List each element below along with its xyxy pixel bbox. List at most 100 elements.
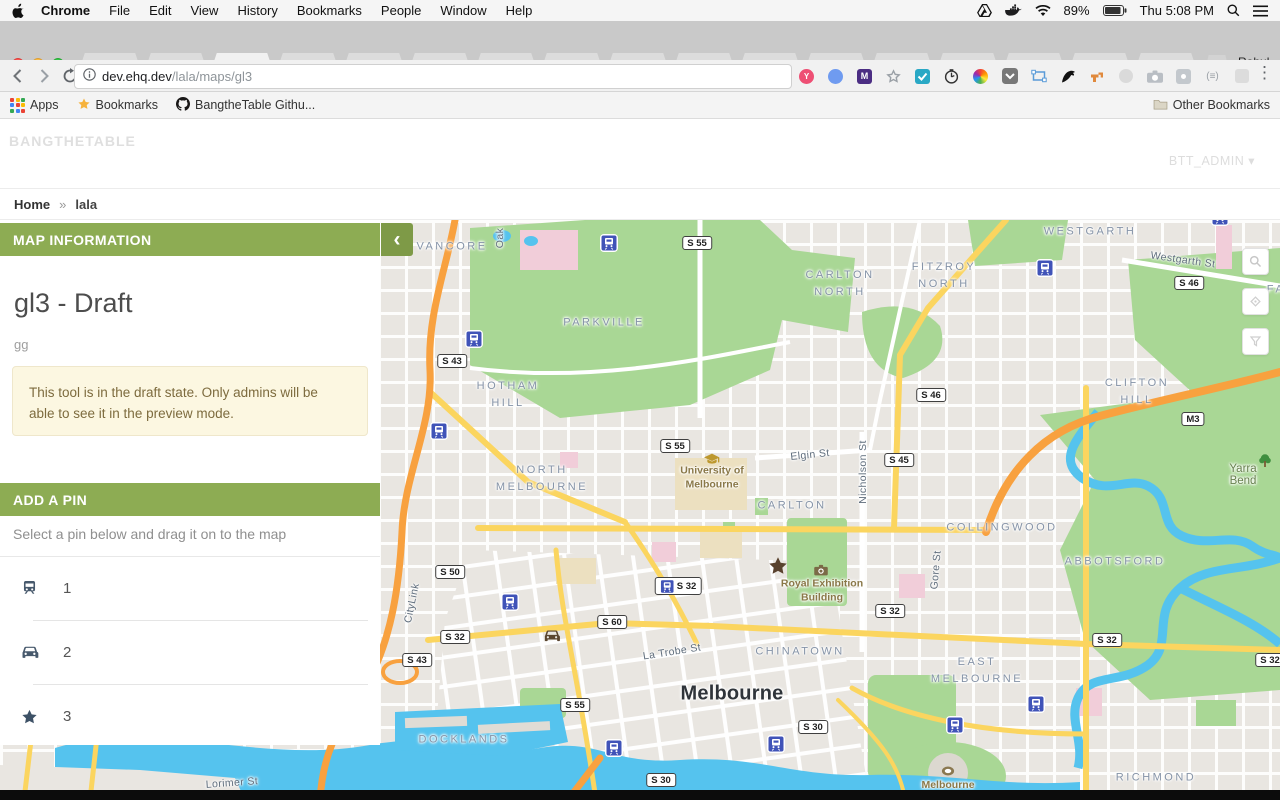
info-icon[interactable] bbox=[83, 68, 96, 86]
shield-text: S 55 bbox=[665, 441, 685, 452]
map-label: ABBOTSFORD bbox=[1065, 553, 1166, 570]
pin-row-2[interactable]: 2 bbox=[0, 621, 380, 684]
pin-label: 3 bbox=[63, 708, 71, 725]
route-shield: S 55 bbox=[682, 236, 712, 250]
sidebar-collapse-button[interactable]: ‹ bbox=[381, 223, 413, 256]
menu-items: Chrome File Edit View History Bookmarks People… bbox=[41, 3, 532, 18]
map-label: FITZROY NORTH bbox=[912, 259, 977, 293]
map-label: Royal Exhibition Building bbox=[781, 577, 863, 604]
screen: Chrome File Edit View History Bookmarks People… bbox=[0, 0, 1280, 800]
train-station-icon bbox=[503, 595, 518, 610]
color-wheel-extension-icon[interactable] bbox=[972, 68, 989, 85]
other-bookmarks[interactable]: Other Bookmarks bbox=[1153, 98, 1270, 113]
train-station-icon bbox=[1029, 697, 1044, 712]
map-pin-star[interactable] bbox=[767, 555, 790, 577]
menu-clock: Thu 5:08 PM bbox=[1140, 3, 1214, 18]
dim2-extension-icon[interactable] bbox=[1233, 68, 1250, 85]
menu-history[interactable]: History bbox=[237, 3, 277, 18]
site-logo[interactable]: BANGTHETABLE bbox=[9, 133, 136, 149]
drive-icon[interactable] bbox=[977, 4, 992, 17]
paren-badge-extension-icon[interactable]: (≡) bbox=[1204, 68, 1221, 85]
battery-icon bbox=[1103, 5, 1127, 16]
shield-text: S 43 bbox=[442, 356, 462, 367]
bookmark-star-extension-icon[interactable] bbox=[885, 68, 902, 85]
map-label: CHINATOWN bbox=[755, 643, 844, 660]
map-description: gg bbox=[14, 337, 28, 352]
pin-label: 1 bbox=[63, 580, 71, 597]
train-station-icon bbox=[607, 741, 622, 756]
train-station-icon bbox=[769, 737, 784, 752]
locate-button[interactable] bbox=[1242, 288, 1269, 315]
bookmark-apps[interactable]: Apps bbox=[10, 98, 59, 113]
map-label: CARLTON NORTH bbox=[805, 267, 874, 301]
map-label: EAST MELBOURNE bbox=[931, 654, 1023, 688]
spotlight-icon[interactable] bbox=[1227, 4, 1240, 17]
breadcrumb-home[interactable]: Home bbox=[14, 197, 50, 212]
pin-label: 2 bbox=[63, 644, 71, 661]
route-shield: S 55 bbox=[560, 698, 590, 712]
camera-extension-icon[interactable] bbox=[1146, 68, 1163, 85]
search-button[interactable] bbox=[1242, 248, 1269, 275]
dock-bar bbox=[0, 790, 1280, 800]
apple-icon[interactable] bbox=[12, 3, 25, 18]
notification-center-icon[interactable] bbox=[1253, 5, 1268, 17]
chevron-down-icon: ▾ bbox=[1248, 154, 1255, 168]
url-text[interactable]: dev.ehq.dev/lala/maps/gl3 bbox=[102, 69, 252, 84]
url-bar[interactable]: dev.ehq.dev/lala/maps/gl3 bbox=[74, 64, 792, 89]
macos-menu-bar: Chrome File Edit View History Bookmarks People… bbox=[0, 0, 1280, 22]
dim-extension-icon[interactable] bbox=[1117, 68, 1134, 85]
pink-app-extension-icon[interactable]: Y bbox=[798, 68, 815, 85]
menu-view[interactable]: View bbox=[190, 3, 218, 18]
docker-icon[interactable] bbox=[1005, 4, 1022, 17]
extension-icons: Y M (≡) bbox=[798, 60, 1250, 92]
camera-poi-icon bbox=[814, 565, 828, 576]
train-station-icon bbox=[1213, 220, 1228, 225]
check-app-extension-icon[interactable] bbox=[914, 68, 931, 85]
map-information-header: MAP INFORMATION bbox=[0, 223, 380, 256]
menu-help[interactable]: Help bbox=[506, 3, 533, 18]
frame-extension-icon[interactable] bbox=[1030, 68, 1047, 85]
train-pin-icon bbox=[20, 579, 39, 598]
menu-bookmarks[interactable]: Bookmarks bbox=[297, 3, 362, 18]
stadium-poi-icon bbox=[942, 766, 955, 776]
pin-row-1[interactable]: 1 bbox=[0, 557, 380, 620]
chat-badge-extension-icon[interactable] bbox=[1175, 68, 1192, 85]
menu-window[interactable]: Window bbox=[440, 3, 486, 18]
chrome-menu-icon[interactable]: ⋮ bbox=[1256, 63, 1273, 83]
route-shield: S 30 bbox=[798, 720, 828, 734]
map-label: RICHMOND bbox=[1116, 769, 1197, 786]
map-pin-car[interactable] bbox=[543, 628, 562, 644]
menu-chrome[interactable]: Chrome bbox=[41, 3, 90, 18]
draft-state-alert: This tool is in the draft state. Only ad… bbox=[12, 366, 368, 436]
blue-app-extension-icon[interactable] bbox=[827, 68, 844, 85]
map-label: Oak bbox=[494, 228, 506, 248]
star-icon bbox=[77, 97, 91, 114]
timer-extension-icon[interactable] bbox=[943, 68, 960, 85]
black-bird-extension-icon[interactable] bbox=[1059, 68, 1076, 85]
bookmark-bangthetable[interactable]: BangtheTable Githu... bbox=[176, 97, 315, 114]
pocket-extension-icon[interactable] bbox=[1001, 68, 1018, 85]
map-label: La Trobe St bbox=[642, 641, 702, 662]
bookmark-folder-bookmarks[interactable]: Bookmarks bbox=[77, 97, 159, 114]
map-label: Yarra Bend bbox=[1225, 463, 1262, 487]
route-shield: S 43 bbox=[437, 354, 467, 368]
pin-row-3[interactable]: 3 bbox=[0, 685, 380, 748]
menu-file[interactable]: File bbox=[109, 3, 130, 18]
shield-text: S 32 bbox=[880, 606, 900, 617]
map-label: CityLink bbox=[402, 582, 422, 624]
shield-text: S 55 bbox=[565, 700, 585, 711]
pin-help-text: Select a pin below and drag it on to the… bbox=[13, 526, 286, 542]
menu-people[interactable]: People bbox=[381, 3, 421, 18]
account-menu[interactable]: BTT_ADMIN ▾ bbox=[1169, 153, 1255, 168]
mixmax-extension-icon[interactable]: M bbox=[856, 68, 873, 85]
filter-button[interactable] bbox=[1242, 328, 1269, 355]
train-station-icon bbox=[467, 332, 482, 347]
back-button[interactable] bbox=[10, 68, 26, 84]
menu-edit[interactable]: Edit bbox=[149, 3, 171, 18]
menu-status-area: 89% Thu 5:08 PM bbox=[977, 3, 1268, 18]
wifi-icon[interactable] bbox=[1035, 5, 1051, 17]
orange-tool-extension-icon[interactable] bbox=[1088, 68, 1105, 85]
chrome-toolbar: dev.ehq.dev/lala/maps/gl3 Y M (≡) ⋮ bbox=[0, 60, 1280, 92]
map-label: Gore St bbox=[928, 550, 943, 590]
forward-button[interactable] bbox=[36, 68, 52, 84]
